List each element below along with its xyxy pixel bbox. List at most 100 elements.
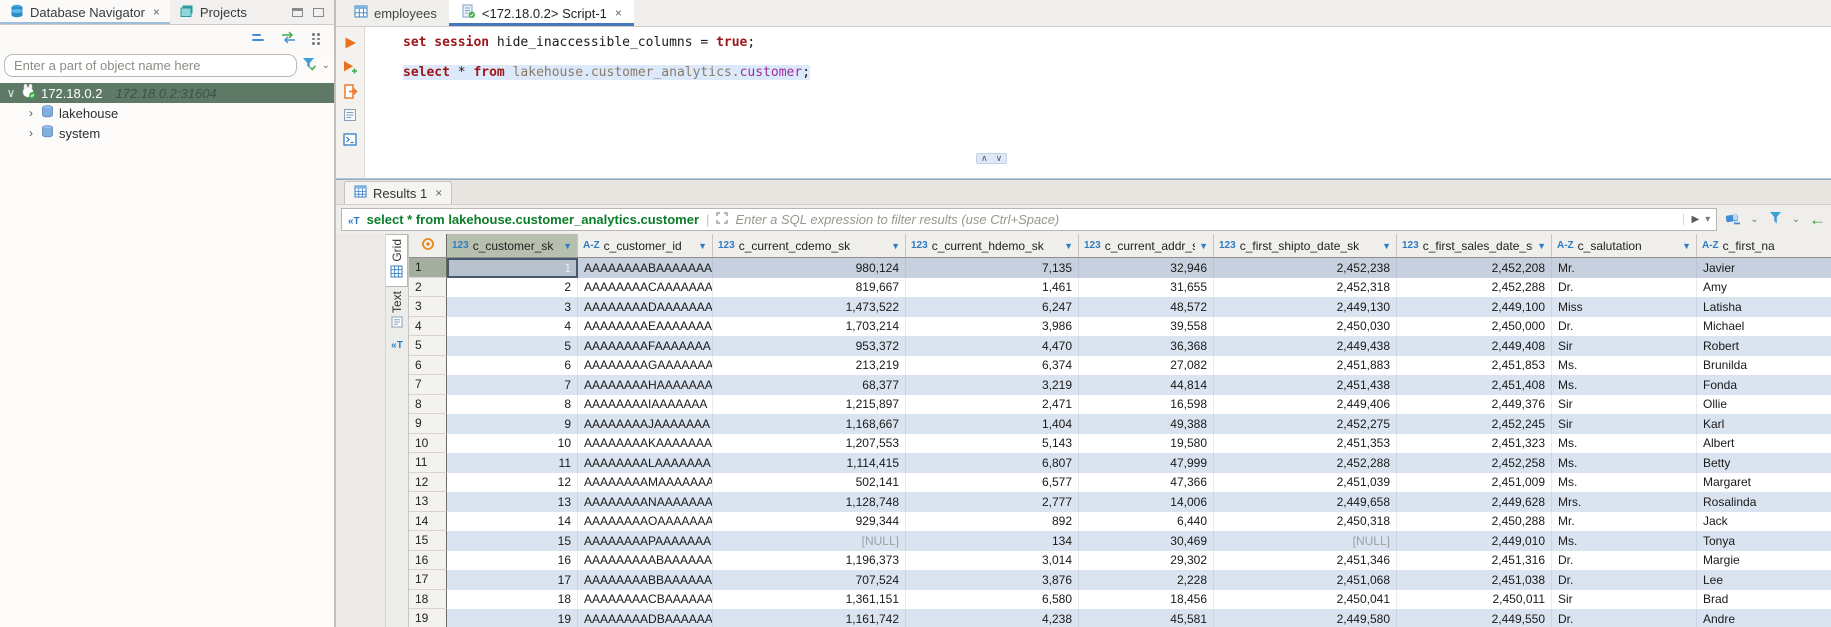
grid-cell[interactable]: 32,946 <box>1079 258 1214 278</box>
grid-cell[interactable]: AAAAAAAABAAAAAAA <box>578 258 713 278</box>
grid-cell[interactable]: Sir <box>1552 414 1697 434</box>
row-header[interactable]: 13 <box>409 492 447 512</box>
grid-cell[interactable]: 2,450,288 <box>1397 512 1552 532</box>
grid-cell[interactable]: Dr. <box>1552 278 1697 298</box>
grid-cell[interactable]: 13 <box>447 492 578 512</box>
grid-cell[interactable]: 1,207,553 <box>713 434 906 454</box>
column-menu-arrow-icon[interactable]: ▼ <box>563 241 572 251</box>
grid-cell[interactable]: AAAAAAAAIAAAAAAA <box>578 395 713 415</box>
grid-cell[interactable]: 2,777 <box>906 492 1079 512</box>
grid-cell[interactable]: 2,449,550 <box>1397 609 1552 627</box>
grid-cell[interactable]: 2,449,438 <box>1214 336 1397 356</box>
grid-cell[interactable]: Brunilda <box>1697 356 1831 376</box>
grid-cell[interactable]: AAAAAAAAOAAAAAAA <box>578 512 713 532</box>
grid-cell[interactable]: 2,452,245 <box>1397 414 1552 434</box>
grid-cell[interactable]: AAAAAAAAPAAAAAAA <box>578 531 713 551</box>
grid-cell[interactable]: Ms. <box>1552 453 1697 473</box>
grid-cell[interactable]: 19,580 <box>1079 434 1214 454</box>
collapse-all-icon[interactable] <box>251 32 265 47</box>
grid-cell[interactable]: 2,450,011 <box>1397 590 1552 610</box>
grid-cell[interactable]: 6,807 <box>906 453 1079 473</box>
grid-cell[interactable]: 2,451,323 <box>1397 434 1552 454</box>
grid-cell[interactable]: 1,114,415 <box>713 453 906 473</box>
grid-cell[interactable]: AAAAAAAAHAAAAAAA <box>578 375 713 395</box>
grid-cell[interactable]: 6,374 <box>906 356 1079 376</box>
grid-cell[interactable]: 6,440 <box>1079 512 1214 532</box>
row-header[interactable]: 2 <box>409 278 447 298</box>
grid-cell[interactable]: 36,368 <box>1079 336 1214 356</box>
grid-cell[interactable]: 2,449,580 <box>1214 609 1397 627</box>
grid-cell[interactable]: AAAAAAAAJAAAAAAA <box>578 414 713 434</box>
grid-cell[interactable]: Jack <box>1697 512 1831 532</box>
grid-cell[interactable]: 1,161,742 <box>713 609 906 627</box>
grid-cell[interactable]: 1,461 <box>906 278 1079 298</box>
grid-cell[interactable]: 2,228 <box>1079 570 1214 590</box>
grid-cell[interactable]: 29,302 <box>1079 551 1214 571</box>
grid-cell[interactable]: Dr. <box>1552 551 1697 571</box>
close-icon[interactable]: × <box>435 186 442 200</box>
column-menu-arrow-icon[interactable]: ▼ <box>698 241 707 251</box>
grid-cell[interactable]: 502,141 <box>713 473 906 493</box>
grid-cell[interactable]: 2,452,318 <box>1214 278 1397 298</box>
grid-cell[interactable]: [NULL] <box>713 531 906 551</box>
grid-cell[interactable]: 45,581 <box>1079 609 1214 627</box>
tab-database-navigator[interactable]: Database Navigator × <box>0 0 170 24</box>
column-menu-arrow-icon[interactable]: ▼ <box>1537 241 1546 251</box>
grid-cell[interactable]: Ms. <box>1552 356 1697 376</box>
chevron-collapsed-icon[interactable]: › <box>26 106 36 120</box>
grid-cell[interactable]: 2,451,009 <box>1397 473 1552 493</box>
grid-cell[interactable]: 2,451,438 <box>1214 375 1397 395</box>
grid-cell[interactable]: Brad <box>1697 590 1831 610</box>
column-header-c_current_addr_sk[interactable]: 123c_current_addr_sk▼ <box>1079 234 1214 257</box>
row-header[interactable]: 7 <box>409 375 447 395</box>
grid-cell[interactable]: 14 <box>447 512 578 532</box>
chevron-expanded-icon[interactable]: ∨ <box>6 86 16 100</box>
close-icon[interactable]: × <box>615 6 622 20</box>
grid-cell[interactable]: 31,655 <box>1079 278 1214 298</box>
grid-cell[interactable]: 2,451,039 <box>1214 473 1397 493</box>
grid-cell[interactable]: 2,449,628 <box>1397 492 1552 512</box>
grid-cell[interactable]: Karl <box>1697 414 1831 434</box>
grid-cell[interactable]: 1,128,748 <box>713 492 906 512</box>
tab-employees[interactable]: employees <box>342 0 449 26</box>
chevron-collapsed-icon[interactable]: › <box>26 126 36 140</box>
grid-cell[interactable]: 3,986 <box>906 317 1079 337</box>
column-menu-arrow-icon[interactable]: ▼ <box>891 241 900 251</box>
column-header-c_current_cdemo_sk[interactable]: 123c_current_cdemo_sk▼ <box>713 234 906 257</box>
grid-cell[interactable]: AAAAAAAAKAAAAAAA <box>578 434 713 454</box>
row-header[interactable]: 4 <box>409 317 447 337</box>
grid-cell[interactable]: 47,366 <box>1079 473 1214 493</box>
expand-filter-icon[interactable] <box>716 212 728 227</box>
grid-cell[interactable]: Margaret <box>1697 473 1831 493</box>
grid-cell[interactable]: 2,451,408 <box>1397 375 1552 395</box>
grid-cell[interactable]: 2,452,275 <box>1214 414 1397 434</box>
grid-cell[interactable]: 819,667 <box>713 278 906 298</box>
results-filter-input[interactable]: «T select * from lakehouse.customer_anal… <box>341 208 1717 231</box>
grid-cell[interactable]: 4,470 <box>906 336 1079 356</box>
grid-cell[interactable]: Rosalinda <box>1697 492 1831 512</box>
grid-cell[interactable]: Robert <box>1697 336 1831 356</box>
row-header[interactable]: 6 <box>409 356 447 376</box>
grid-cell[interactable]: 3,219 <box>906 375 1079 395</box>
grid-cell[interactable]: 47,999 <box>1079 453 1214 473</box>
column-menu-arrow-icon[interactable]: ▼ <box>1382 241 1391 251</box>
grid-cell[interactable]: 213,219 <box>713 356 906 376</box>
explain-plan-icon[interactable] <box>342 107 358 123</box>
grid-cell[interactable]: Albert <box>1697 434 1831 454</box>
value-filter-icon[interactable]: «T <box>391 340 403 351</box>
grid-cell[interactable]: 14,006 <box>1079 492 1214 512</box>
object-filter-input[interactable] <box>4 54 297 77</box>
grid-cell[interactable]: Ms. <box>1552 531 1697 551</box>
tree-node-lakehouse[interactable]: › lakehouse <box>0 103 334 123</box>
grid-cell[interactable]: 8 <box>447 395 578 415</box>
grid-cell[interactable]: Miss <box>1552 297 1697 317</box>
grid-cell[interactable]: Mr. <box>1552 512 1697 532</box>
grid-cell[interactable]: 2,451,316 <box>1397 551 1552 571</box>
grid-cell[interactable]: 15 <box>447 531 578 551</box>
grid-cell[interactable]: 929,344 <box>713 512 906 532</box>
grid-cell[interactable]: 2,452,288 <box>1214 453 1397 473</box>
grid-cell[interactable]: Michael <box>1697 317 1831 337</box>
eraser-icon[interactable] <box>1725 212 1741 228</box>
row-header[interactable]: 16 <box>409 551 447 571</box>
grid-cell[interactable]: 1,703,214 <box>713 317 906 337</box>
